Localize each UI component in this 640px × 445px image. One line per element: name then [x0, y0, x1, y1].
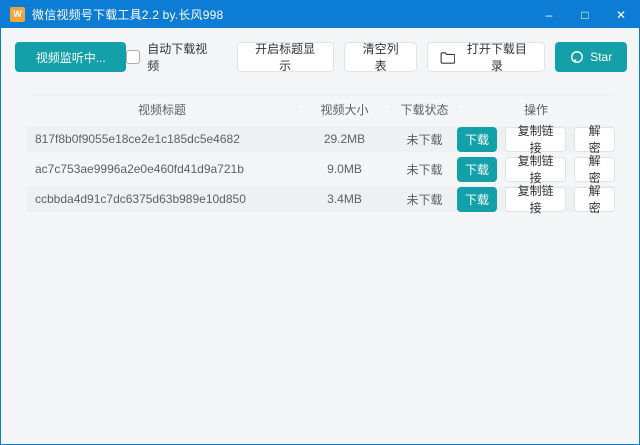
decrypt-button[interactable]: 解密: [574, 127, 615, 152]
show-title-button[interactable]: 开启标题显示: [237, 42, 334, 72]
table-row: ccbbda4d91c7dc6375d63b989e10d850 3.4MB 未…: [27, 186, 615, 212]
download-button[interactable]: 下载: [457, 187, 497, 212]
table-row: 817f8b0f9055e18ce2e1c185dc5e4682 29.2MB …: [27, 126, 615, 152]
decrypt-button[interactable]: 解密: [574, 157, 615, 182]
github-star-button[interactable]: Star: [555, 42, 627, 72]
video-table: 视频标题 视频大小 下载状态 操作 817f8b0f9055e18ce2e1c1…: [27, 94, 615, 212]
open-download-dir-button[interactable]: 打开下载目录: [427, 42, 545, 72]
actions-cell: 下载 复制链接 解密: [457, 157, 615, 182]
header-actions: 操作: [457, 101, 615, 118]
decrypt-button[interactable]: 解密: [574, 187, 615, 212]
download-button[interactable]: 下载: [457, 157, 497, 182]
minimize-icon: –: [546, 9, 553, 21]
download-status-cell: 未下载: [392, 191, 457, 208]
app-window: W 微信视频号下载工具2.2 by.长风998 – □ ✕ 视频监听中... 自…: [0, 0, 640, 445]
maximize-button[interactable]: □: [567, 1, 603, 28]
header-video-size: 视频大小: [297, 101, 392, 118]
copy-link-button[interactable]: 复制链接: [505, 187, 566, 212]
header-download-status: 下载状态: [392, 101, 457, 118]
table-header: 视频标题 视频大小 下载状态 操作: [27, 94, 615, 124]
header-video-title: 视频标题: [27, 101, 297, 118]
download-status-cell: 未下载: [392, 161, 457, 178]
actions-cell: 下载 复制链接 解密: [457, 127, 615, 152]
minimize-button[interactable]: –: [531, 1, 567, 28]
table-row: ac7c753ae9996a2e0e460fd41d9a721b 9.0MB 未…: [27, 156, 615, 182]
folder-icon: [440, 51, 455, 64]
auto-download-label: 自动下载视频: [147, 40, 218, 74]
auto-download-group: 自动下载视频: [126, 40, 218, 74]
video-title-cell: ccbbda4d91c7dc6375d63b989e10d850: [27, 192, 297, 206]
github-icon: [570, 50, 584, 64]
video-size-cell: 3.4MB: [297, 192, 392, 206]
video-title-cell: ac7c753ae9996a2e0e460fd41d9a721b: [27, 162, 297, 176]
video-size-cell: 29.2MB: [297, 132, 392, 146]
download-status-cell: 未下载: [392, 131, 457, 148]
table-body: 817f8b0f9055e18ce2e1c185dc5e4682 29.2MB …: [27, 126, 615, 212]
clear-list-button[interactable]: 清空列表: [344, 42, 418, 72]
auto-download-checkbox[interactable]: [126, 50, 140, 64]
github-star-label: Star: [590, 50, 612, 64]
toolbar: 视频监听中... 自动下载视频 开启标题显示 清空列表 打开下载目录 Star: [15, 42, 627, 72]
video-size-cell: 9.0MB: [297, 162, 392, 176]
toolbar-right-group: 自动下载视频 开启标题显示 清空列表 打开下载目录 Star: [126, 40, 627, 74]
title-bar: W 微信视频号下载工具2.2 by.长风998 – □ ✕: [1, 1, 639, 28]
actions-cell: 下载 复制链接 解密: [457, 187, 615, 212]
video-title-cell: 817f8b0f9055e18ce2e1c185dc5e4682: [27, 132, 297, 146]
app-icon: W: [10, 7, 25, 22]
close-button[interactable]: ✕: [603, 1, 639, 28]
download-button[interactable]: 下载: [457, 127, 497, 152]
copy-link-button[interactable]: 复制链接: [505, 127, 566, 152]
open-download-dir-label: 打开下载目录: [461, 40, 532, 74]
maximize-icon: □: [581, 9, 588, 21]
copy-link-button[interactable]: 复制链接: [505, 157, 566, 182]
close-icon: ✕: [616, 9, 626, 21]
window-title: 微信视频号下载工具2.2 by.长风998: [32, 6, 223, 23]
video-listen-button[interactable]: 视频监听中...: [15, 42, 126, 72]
